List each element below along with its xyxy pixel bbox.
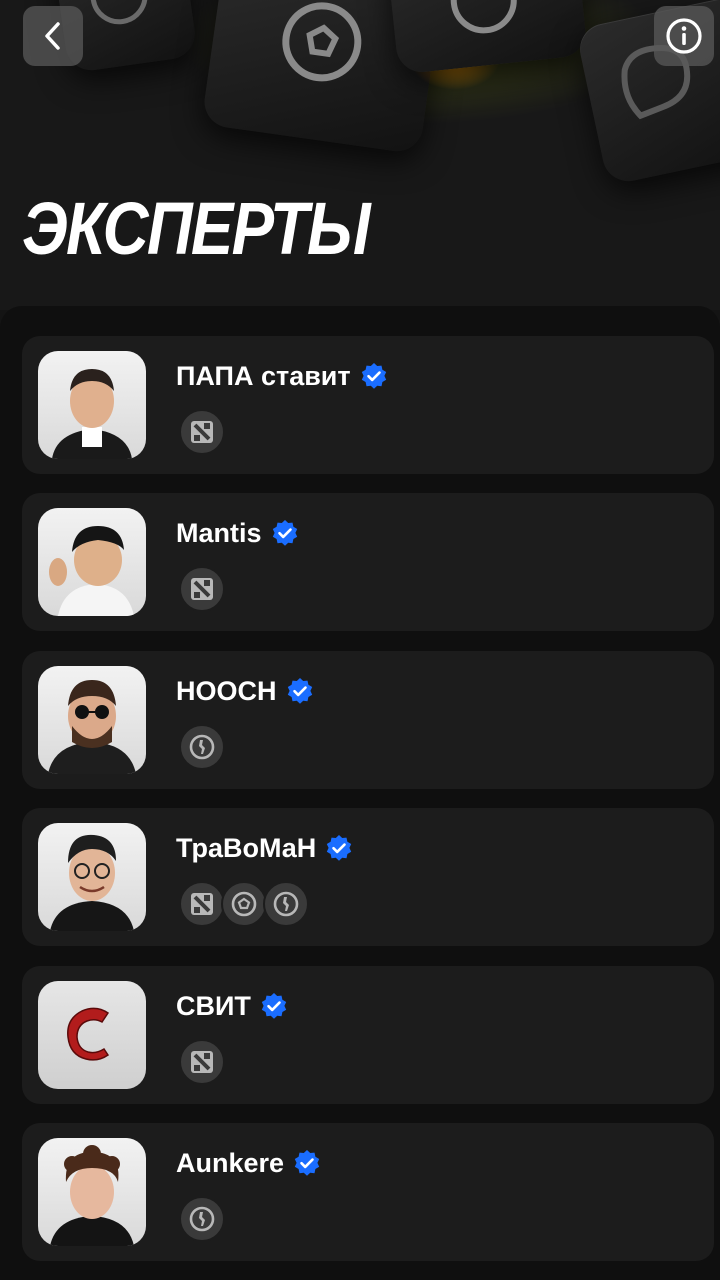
avatar (38, 1138, 146, 1246)
games-list (179, 1196, 225, 1242)
avatar (38, 666, 146, 774)
counter-strike-icon (263, 881, 309, 927)
info-button[interactable] (654, 6, 714, 66)
expert-card[interactable]: ПАПА ставит (22, 336, 714, 474)
avatar (38, 981, 146, 1089)
verified-badge-icon (361, 363, 386, 389)
expert-card[interactable]: HOOCH (22, 651, 714, 789)
expert-name: ПАПА ставит (176, 360, 351, 391)
games-list (179, 881, 309, 927)
chevron-left-icon (45, 22, 60, 50)
experts-list: ПАПА ставит Mantis HOOCH ТраВоМаН СВИТ A… (0, 306, 720, 1280)
verified-badge-icon (294, 1150, 320, 1176)
expert-name: Mantis (176, 517, 262, 548)
games-list (179, 1039, 225, 1085)
tennis-icon (450, 0, 517, 34)
avatar (38, 823, 146, 931)
dota2-icon (179, 566, 225, 612)
verified-badge-icon (287, 678, 312, 704)
expert-card[interactable]: ТраВоМаН (22, 808, 714, 946)
expert-name: СВИТ (176, 990, 251, 1021)
games-list (179, 566, 225, 612)
expert-card[interactable]: Aunkere (22, 1123, 714, 1261)
svit-logo (67, 1007, 110, 1061)
counter-strike-icon (179, 1196, 225, 1242)
dota2-icon (179, 881, 225, 927)
expert-name: HOOCH (176, 675, 277, 706)
back-button[interactable] (23, 6, 83, 66)
info-circle-icon (666, 18, 702, 54)
expert-card[interactable]: СВИТ (22, 966, 714, 1104)
counter-strike-icon (179, 724, 225, 770)
games-list (179, 409, 225, 455)
expert-card[interactable]: Mantis (22, 493, 714, 631)
verified-badge-icon (261, 993, 287, 1019)
football-icon (221, 881, 267, 927)
verified-badge-icon (327, 835, 352, 861)
dota2-icon (179, 1039, 225, 1085)
page-title: ЭКСПЕРТЫ (22, 187, 371, 270)
dota2-icon (179, 409, 225, 455)
hero-banner: ЭКСПЕРТЫ (0, 0, 720, 310)
avatar (38, 351, 146, 459)
games-list (179, 724, 225, 770)
tennis-tile (385, 0, 589, 75)
verified-badge-icon (272, 520, 297, 546)
expert-name: Aunkere (176, 1147, 285, 1178)
avatar (38, 508, 146, 616)
expert-name: ТраВоМаН (176, 832, 317, 863)
